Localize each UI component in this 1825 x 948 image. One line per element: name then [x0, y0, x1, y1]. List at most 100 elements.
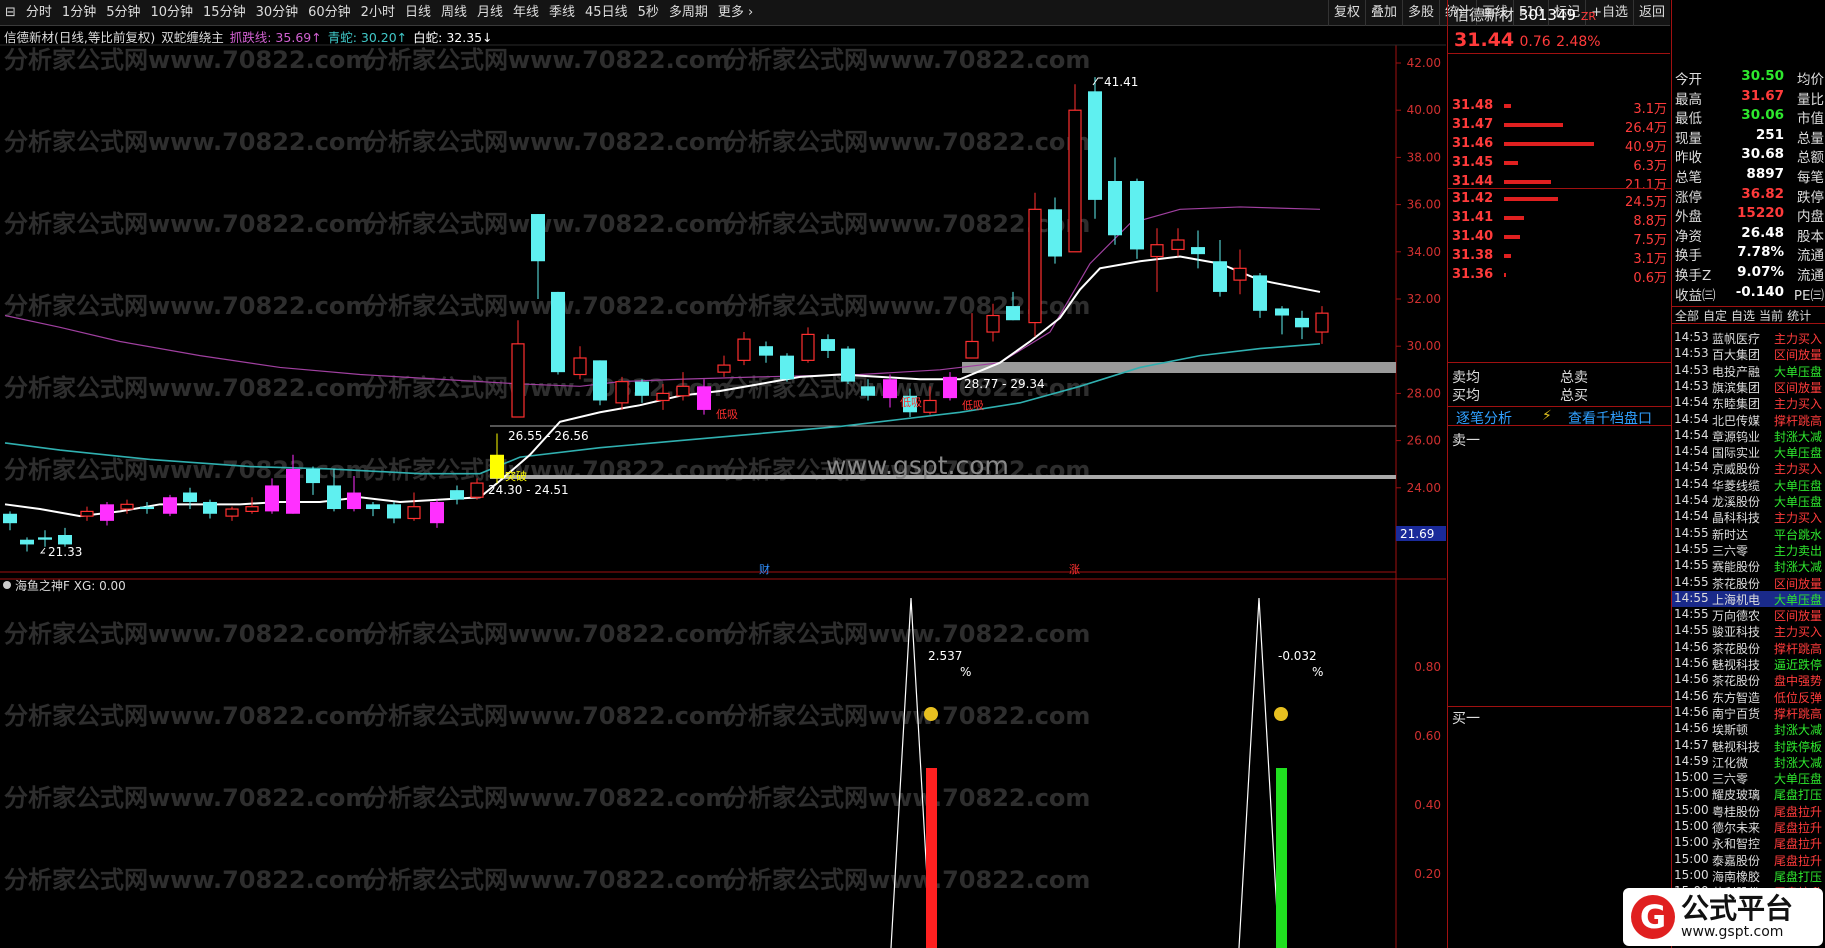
alert-row[interactable]: 14:53 蓝帆医疗 主力买入: [1672, 330, 1825, 346]
candle[interactable]: [450, 485, 464, 505]
alert-row[interactable]: 15:00 三六零 大单压盘: [1672, 770, 1825, 786]
candle[interactable]: [593, 360, 607, 406]
candle[interactable]: [58, 527, 72, 547]
ask-row[interactable]: 31.47 26.4万: [1448, 117, 1671, 136]
alert-row[interactable]: 14:54 晶科科技 主力买入: [1672, 509, 1825, 525]
alert-row[interactable]: 14:55 上海机电 大单压盘: [1672, 590, 1825, 607]
candle[interactable]: [20, 537, 34, 552]
alert-row[interactable]: 14:55 三六零 主力卖出: [1672, 542, 1825, 558]
alert-row[interactable]: 14:54 龙溪股份 大单压盘: [1672, 493, 1825, 509]
alert-time: 14:56: [1674, 639, 1709, 654]
candle[interactable]: [1233, 249, 1247, 295]
candle[interactable]: [1048, 197, 1062, 264]
alert-row[interactable]: 14:56 茶花股份 撑杆跳高: [1672, 640, 1825, 656]
alert-row[interactable]: 14:54 国际实业 大单压盘: [1672, 444, 1825, 460]
candle[interactable]: [1028, 192, 1042, 337]
alert-row[interactable]: 14:56 南宁百货 撑杆跳高: [1672, 705, 1825, 721]
alert-tab-1[interactable]: 自定: [1703, 307, 1727, 323]
candle[interactable]: [1315, 306, 1329, 344]
candle[interactable]: [615, 376, 629, 410]
candle[interactable]: [737, 332, 751, 366]
alert-row[interactable]: 14:59 江化微 封涨大减: [1672, 754, 1825, 770]
candle[interactable]: [245, 497, 259, 514]
alert-row[interactable]: 14:56 茶花股份 盘中强势: [1672, 672, 1825, 688]
candle[interactable]: [430, 499, 444, 528]
alert-signal: 低位反弹: [1773, 690, 1822, 705]
candle[interactable]: [551, 291, 565, 375]
alert-row[interactable]: 14:55 骏亚科技 主力买入: [1672, 623, 1825, 639]
candle[interactable]: [100, 501, 114, 526]
alert-row[interactable]: 15:00 耀皮玻璃 尾盘打压: [1672, 786, 1825, 802]
alert-row[interactable]: 14:56 埃斯顿 封涨大减: [1672, 721, 1825, 737]
alert-row[interactable]: 14:53 电投产融 大单压盘: [1672, 363, 1825, 379]
candle[interactable]: [1275, 306, 1289, 335]
alert-tab-0[interactable]: 全部: [1675, 307, 1699, 323]
bid-row[interactable]: 31.41 8.8万: [1448, 210, 1671, 229]
candle[interactable]: [3, 511, 17, 531]
alert-row[interactable]: 14:54 京威股份 主力买入: [1672, 460, 1825, 476]
ask-row[interactable]: 31.45 6.3万: [1448, 155, 1671, 174]
chart-area[interactable]: 分析家公式网www.70822.com分析家公式网www.70822.com分析…: [0, 0, 1446, 948]
alert-row[interactable]: 14:54 东睦集团 主力买入: [1672, 395, 1825, 411]
candle[interactable]: [1130, 178, 1144, 259]
candle[interactable]: [1253, 273, 1267, 318]
collapse-icon[interactable]: [3, 581, 11, 589]
alert-row[interactable]: 15:00 永和智控 尾盘拉升: [1672, 835, 1825, 851]
tab-depth[interactable]: 查看千档盘口: [1568, 408, 1652, 428]
candle[interactable]: [531, 214, 545, 299]
alert-row[interactable]: 14:53 旗滨集团 区间放量: [1672, 379, 1825, 395]
candle[interactable]: [841, 346, 855, 384]
alert-row[interactable]: 14:55 赛能股份 封涨大减: [1672, 558, 1825, 574]
candle[interactable]: [1068, 84, 1082, 253]
candle[interactable]: [759, 341, 773, 363]
candle[interactable]: [1191, 230, 1205, 269]
candle[interactable]: [883, 374, 897, 408]
alert-row[interactable]: 15:00 海南橡胶 尾盘打压: [1672, 868, 1825, 884]
tab-tick-analysis[interactable]: 逐笔分析: [1456, 408, 1512, 428]
alert-row[interactable]: 14:56 魅视科技 逼近跌停: [1672, 656, 1825, 672]
ask-row[interactable]: 31.44 21.1万: [1448, 174, 1671, 193]
candle[interactable]: [1108, 157, 1122, 245]
alert-tab-3[interactable]: 当前: [1759, 307, 1783, 323]
bid-row[interactable]: 31.36 0.6万: [1448, 267, 1671, 286]
alert-row[interactable]: 15:00 泰嘉股份 尾盘拉升: [1672, 852, 1825, 868]
bid-row[interactable]: 31.42 24.5万: [1448, 191, 1671, 210]
candle[interactable]: [573, 346, 587, 380]
candle[interactable]: [821, 334, 835, 358]
candle[interactable]: [407, 492, 421, 521]
candle[interactable]: [387, 501, 401, 524]
candle[interactable]: [801, 327, 815, 363]
bid-row[interactable]: 31.38 3.1万: [1448, 248, 1671, 267]
candle[interactable]: [80, 506, 94, 521]
candle[interactable]: [780, 353, 794, 382]
alert-row[interactable]: 15:00 粤桂股份 尾盘拉升: [1672, 803, 1825, 819]
alert-row[interactable]: 14:54 华菱线缆 大单压盘: [1672, 477, 1825, 493]
candle[interactable]: [1171, 228, 1185, 257]
candle[interactable]: [511, 320, 525, 418]
candle[interactable]: [1295, 310, 1309, 340]
alert-row[interactable]: 14:54 章源钨业 封涨大减: [1672, 428, 1825, 444]
alert-tab-4[interactable]: 统计: [1787, 307, 1811, 323]
alert-row[interactable]: 14:57 魅视科技 封跌停板: [1672, 738, 1825, 754]
alert-row[interactable]: 14:54 北巴传媒 撑杆跳高: [1672, 412, 1825, 428]
candle[interactable]: [203, 499, 217, 519]
candle[interactable]: [1213, 240, 1227, 297]
alert-row[interactable]: 15:00 德尔未来 尾盘拉升: [1672, 819, 1825, 835]
alert-row[interactable]: 14:55 新时达 平台跳水: [1672, 526, 1825, 542]
ask-row[interactable]: 31.48 3.1万: [1448, 98, 1671, 117]
alert-row[interactable]: 14:56 东方智造 低位反弹: [1672, 689, 1825, 705]
candle[interactable]: [163, 494, 177, 517]
candle[interactable]: [490, 433, 504, 484]
candle[interactable]: [1088, 77, 1102, 219]
candle[interactable]: [225, 506, 239, 521]
alert-row[interactable]: 14:53 百大集团 区间放量: [1672, 346, 1825, 362]
candle[interactable]: [140, 501, 154, 514]
alert-row[interactable]: 14:55 茶花股份 区间放量: [1672, 575, 1825, 591]
ask-row[interactable]: 31.46 40.9万: [1448, 136, 1671, 155]
alert-row[interactable]: 14:55 万向德农 区间放量: [1672, 607, 1825, 623]
candle[interactable]: [183, 487, 197, 510]
candle[interactable]: [306, 466, 320, 495]
alert-tab-2[interactable]: 自选: [1731, 307, 1755, 323]
bid-row[interactable]: 31.40 7.5万: [1448, 229, 1671, 248]
candle[interactable]: [366, 501, 380, 517]
